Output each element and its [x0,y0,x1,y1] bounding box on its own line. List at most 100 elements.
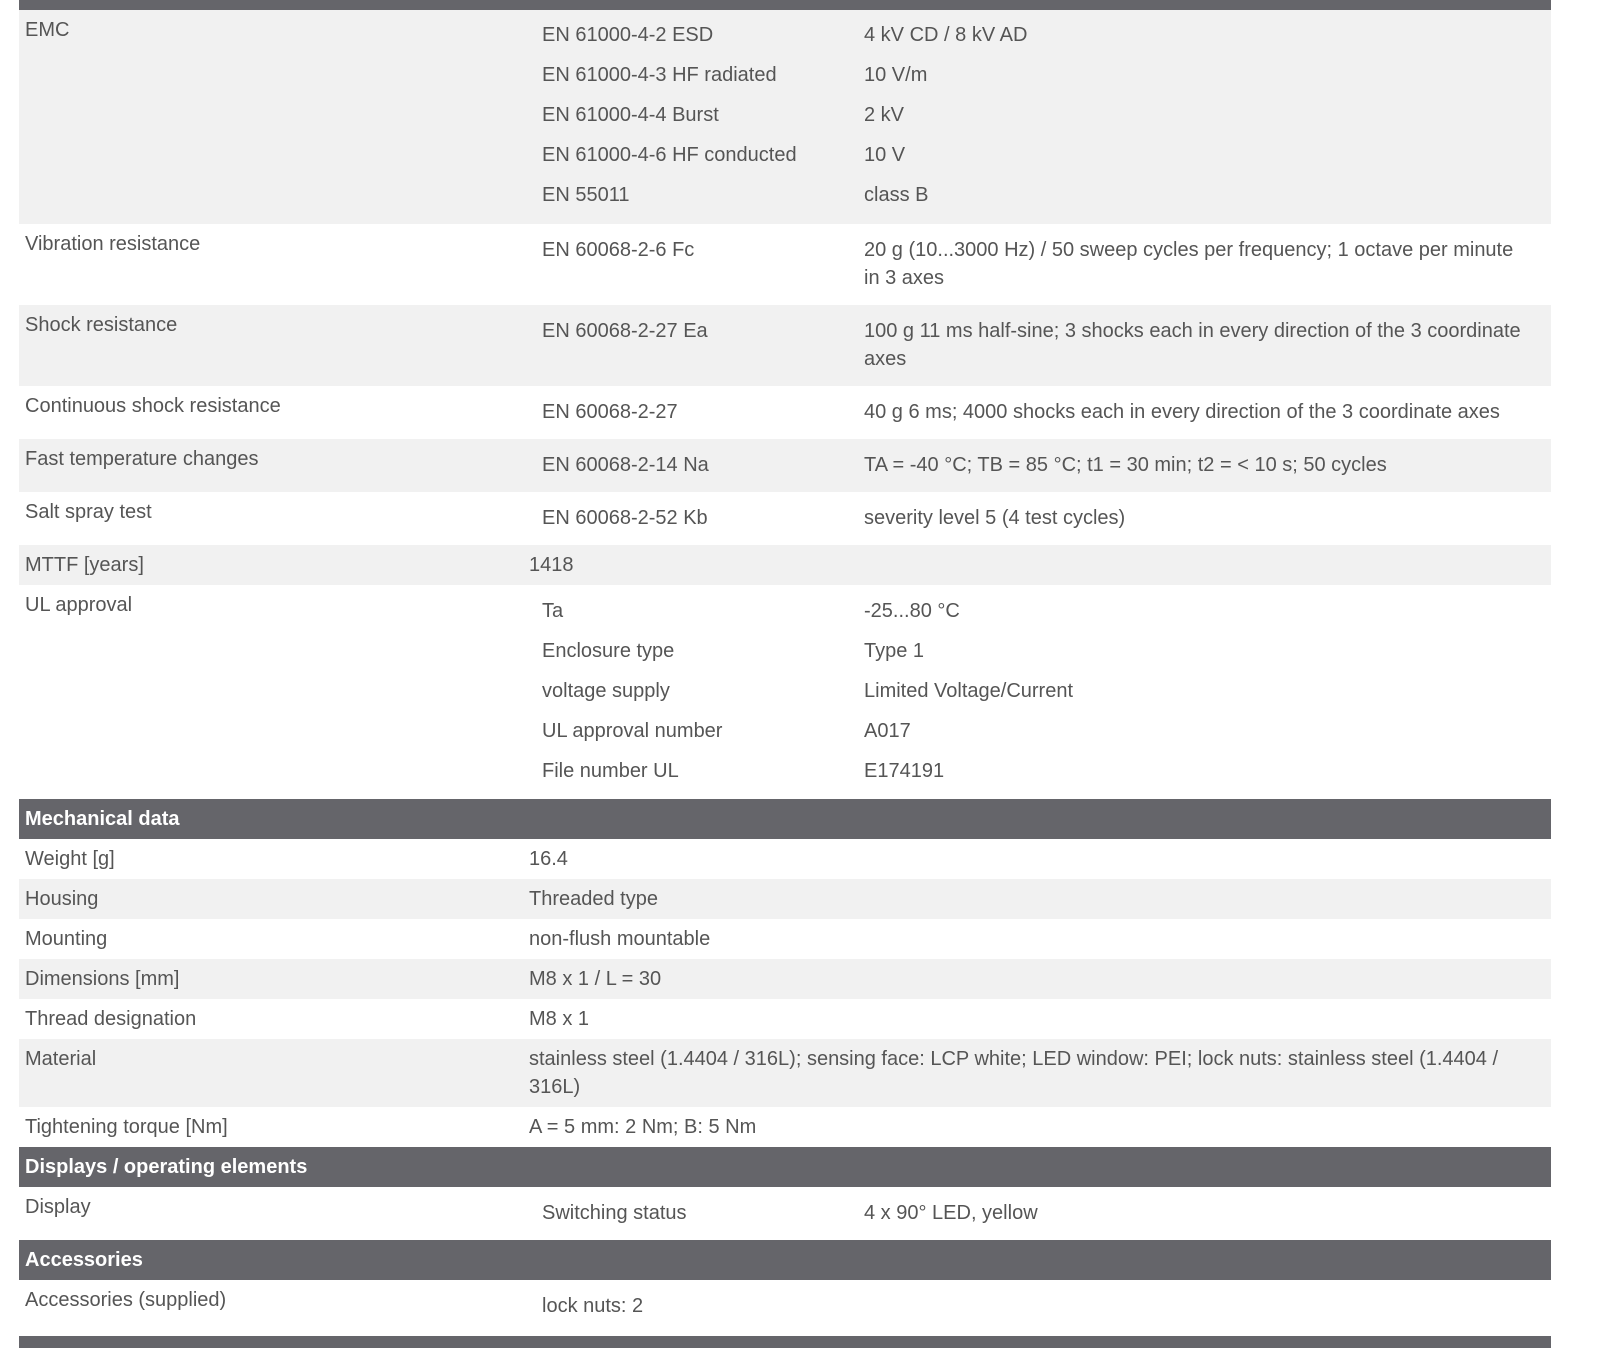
row-value: stainless steel (1.4404 / 316L); sensing… [529,1048,1499,1098]
emc-standard: EN 61000-4-3 HF radiated [542,64,777,86]
ul-name: File number UL [542,760,679,782]
spec-row-dimensions: Dimensions [mm] M8 x 1 / L = 30 [19,959,1551,999]
vibration-standard: EN 60068-2-6 Fc [542,239,695,261]
ul-name: Ta [542,600,564,622]
emc-subrow: EN 61000-4-2 ESD 4 kV CD / 8 kV AD [529,21,1551,61]
row-label: Weight [g] [25,848,115,870]
spec-row-shock: Shock resistance EN 60068-2-27 Ea 100 g … [19,305,1551,386]
row-label: Shock resistance [25,314,178,336]
section-bar-bottom [19,1336,1551,1348]
shock-subtable: EN 60068-2-27 Ea 100 g 11 ms half-sine; … [529,305,1551,386]
row-label: Material [25,1048,97,1070]
spec-table: EMC EN 61000-4-2 ESD 4 kV CD / 8 kV AD E… [19,10,1551,1334]
emc-value: 10 V [864,144,906,166]
row-label: Tightening torque [Nm] [25,1116,228,1138]
ul-subtable: Ta -25...80 °C Enclosure type Type 1 vol… [529,585,1551,799]
fast-temperature-subrow: EN 60068-2-14 Na TA = -40 °C; TB = 85 °C… [529,451,1551,479]
accessories-value: lock nuts: 2 [542,1295,644,1317]
ul-subrow: UL approval number A017 [529,717,1551,757]
row-label: Housing [25,888,99,910]
spec-row-ul-approval: UL approval Ta -25...80 °C Enclosure typ… [19,585,1551,799]
row-value: Threaded type [529,888,658,910]
spec-page: EMC EN 61000-4-2 ESD 4 kV CD / 8 kV AD E… [0,0,1600,1370]
continuous-shock-standard: EN 60068-2-27 [542,401,678,423]
vibration-subrow: EN 60068-2-6 Fc 20 g (10...3000 Hz) / 50… [529,236,1551,292]
spec-row-tightening-torque: Tightening torque [Nm] A = 5 mm: 2 Nm; B… [19,1107,1551,1147]
row-label: Fast temperature changes [25,448,259,470]
row-value: non-flush mountable [529,928,711,950]
row-label: MTTF [years] [25,554,144,576]
emc-value: class B [864,184,929,206]
emc-subrow: EN 55011 class B [529,181,1551,221]
salt-spray-subtable: EN 60068-2-52 Kb severity level 5 (4 tes… [529,492,1551,545]
salt-spray-standard: EN 60068-2-52 Kb [542,507,708,529]
row-value: 16.4 [529,848,568,870]
emc-subrow: EN 61000-4-3 HF radiated 10 V/m [529,61,1551,101]
spec-row-thread-designation: Thread designation M8 x 1 [19,999,1551,1039]
ul-name: UL approval number [542,720,723,742]
row-label: EMC [25,19,70,41]
section-title: Mechanical data [25,807,180,830]
ul-subrow: Ta -25...80 °C [529,597,1551,637]
section-header-displays: Displays / operating elements [19,1147,1551,1187]
spec-row-housing: Housing Threaded type [19,879,1551,919]
section-title: Accessories [25,1248,143,1271]
row-label: Mounting [25,928,108,950]
salt-spray-subrow: EN 60068-2-52 Kb severity level 5 (4 tes… [529,504,1551,532]
fast-temperature-value: TA = -40 °C; TB = 85 °C; t1 = 30 min; t2… [864,454,1387,476]
shock-standard: EN 60068-2-27 Ea [542,320,708,342]
continuous-shock-subtable: EN 60068-2-27 40 g 6 ms; 4000 shocks eac… [529,386,1551,439]
row-label: Accessories (supplied) [25,1289,227,1311]
ul-value: A017 [864,720,911,742]
section-header-mechanical: Mechanical data [19,799,1551,839]
row-label: Thread designation [25,1008,197,1030]
emc-standard: EN 61000-4-6 HF conducted [542,144,797,166]
vibration-value: 20 g (10...3000 Hz) / 50 sweep cycles pe… [864,239,1514,289]
display-value: 4 x 90° LED, yellow [864,1202,1038,1224]
emc-subrow: EN 61000-4-4 Burst 2 kV [529,101,1551,141]
display-subrow: Switching status 4 x 90° LED, yellow [529,1199,1551,1227]
row-value: 1418 [529,554,574,576]
spec-row-salt-spray: Salt spray test EN 60068-2-52 Kb severit… [19,492,1551,545]
spec-row-display: Display Switching status 4 x 90° LED, ye… [19,1187,1551,1240]
salt-spray-value: severity level 5 (4 test cycles) [864,507,1126,529]
ul-name: voltage supply [542,680,670,702]
row-value: A = 5 mm: 2 Nm; B: 5 Nm [529,1116,757,1138]
spec-row-continuous-shock: Continuous shock resistance EN 60068-2-2… [19,386,1551,439]
row-label: Dimensions [mm] [25,968,180,990]
section-header-accessories: Accessories [19,1240,1551,1280]
shock-subrow: EN 60068-2-27 Ea 100 g 11 ms half-sine; … [529,317,1551,373]
continuous-shock-value: 40 g 6 ms; 4000 shocks each in every dir… [864,401,1500,423]
row-label: Display [25,1196,91,1218]
ul-value: E174191 [864,760,945,782]
ul-name: Enclosure type [542,640,675,662]
ul-value: Type 1 [864,640,925,662]
ul-subrow: voltage supply Limited Voltage/Current [529,677,1551,717]
continuous-shock-subrow: EN 60068-2-27 40 g 6 ms; 4000 shocks eac… [529,398,1551,426]
section-title: Displays / operating elements [25,1155,308,1178]
display-subtable: Switching status 4 x 90° LED, yellow [529,1187,1551,1240]
spec-row-emc: EMC EN 61000-4-2 ESD 4 kV CD / 8 kV AD E… [19,10,1551,224]
spec-row-mounting: Mounting non-flush mountable [19,919,1551,959]
shock-value: 100 g 11 ms half-sine; 3 shocks each in … [864,320,1521,370]
row-label: UL approval [25,594,133,616]
emc-value: 2 kV [864,104,905,126]
emc-standard: EN 55011 [542,184,630,206]
ul-value: -25...80 °C [864,600,960,622]
emc-subrow: EN 61000-4-6 HF conducted 10 V [529,141,1551,181]
accessories-subtable: lock nuts: 2 [529,1280,1551,1334]
fast-temperature-standard: EN 60068-2-14 Na [542,454,709,476]
emc-value: 10 V/m [864,64,928,86]
emc-subtable: EN 61000-4-2 ESD 4 kV CD / 8 kV AD EN 61… [529,10,1551,224]
row-value: M8 x 1 / L = 30 [529,968,662,990]
ul-value: Limited Voltage/Current [864,680,1074,702]
display-name: Switching status [542,1202,687,1224]
section-bar-top [19,0,1551,10]
ul-subrow: Enclosure type Type 1 [529,637,1551,677]
fast-temperature-subtable: EN 60068-2-14 Na TA = -40 °C; TB = 85 °C… [529,439,1551,492]
emc-value: 4 kV CD / 8 kV AD [864,24,1028,46]
vibration-subtable: EN 60068-2-6 Fc 20 g (10...3000 Hz) / 50… [529,224,1551,305]
spec-row-mttf: MTTF [years] 1418 [19,545,1551,585]
spec-row-vibration: Vibration resistance EN 60068-2-6 Fc 20 … [19,224,1551,305]
spec-row-accessories: Accessories (supplied) lock nuts: 2 [19,1280,1551,1334]
